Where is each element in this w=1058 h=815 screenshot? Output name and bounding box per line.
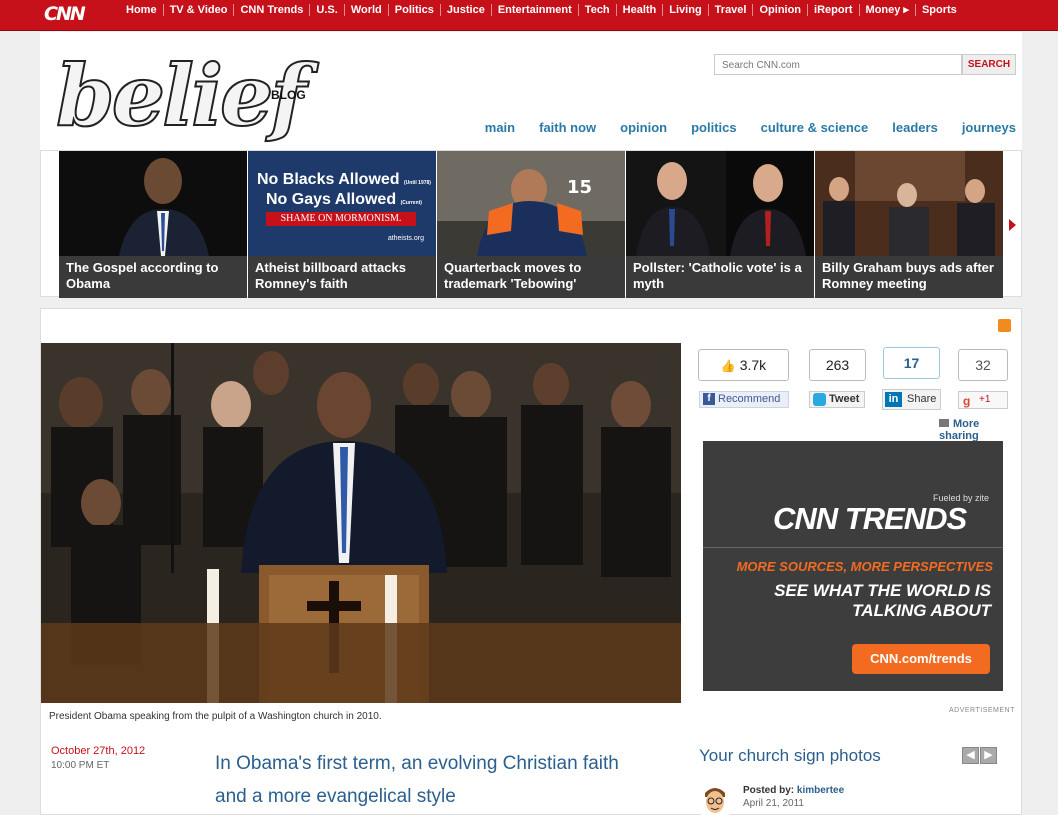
obama-praying-image <box>59 151 247 256</box>
next-arrow-icon[interactable]: ▶ <box>980 747 997 764</box>
search-input[interactable]: Search CNN.com <box>714 54 962 75</box>
biden-ryan-debate-image <box>626 151 814 256</box>
nav-living[interactable]: Living <box>662 4 707 16</box>
post-date: October 27th, 2012 <box>51 745 146 757</box>
top-nav-links: Home TV & Video CNN Trends U.S. World Po… <box>126 4 963 16</box>
ad-tagline-white: SEE WHAT THE WORLD IS TALKING ABOUT <box>774 581 991 620</box>
nav-health[interactable]: Health <box>615 4 663 16</box>
billboard-line2: No Gays Allowed (Current) <box>266 191 422 208</box>
facebook-count: 👍 3.7k <box>698 349 789 381</box>
blog-nav-journeys[interactable]: journeys <box>962 120 1016 135</box>
nav-justice[interactable]: Justice <box>439 4 491 16</box>
photo-credit: GETTY IMAGES <box>669 345 675 391</box>
blog-header: belief BLOG Search CNN.com SEARCH main f… <box>40 32 1022 150</box>
carousel-tile[interactable]: 15 Quarterback moves to trademark 'Tebow… <box>437 151 625 298</box>
cnn-top-nav: CNN Home TV & Video CNN Trends U.S. Worl… <box>0 0 1058 31</box>
blog-nav-opinion[interactable]: opinion <box>620 120 667 135</box>
carousel-tile[interactable]: No Blacks Allowed (Until 1978) No Gays A… <box>248 151 436 298</box>
post-title[interactable]: In Obama's first term, an evolving Chris… <box>215 747 655 813</box>
main-panel: GETTY IMAGES President Obama speaking fr… <box>40 308 1022 815</box>
gplus-count: 32 <box>958 349 1008 381</box>
nav-world[interactable]: World <box>343 4 388 16</box>
belief-blog-logo[interactable]: belief BLOG <box>46 45 356 150</box>
nav-us[interactable]: U.S. <box>309 4 343 16</box>
ad-tagline-orange: MORE SOURCES, MORE PERSPECTIVES <box>736 559 993 574</box>
atheist-billboard-image: No Blacks Allowed (Until 1978) No Gays A… <box>248 151 436 256</box>
nav-cnn-trends[interactable]: CNN Trends <box>233 4 309 16</box>
google-plus-button[interactable]: g +1 <box>958 391 1008 409</box>
carousel-caption: The Gospel according to Obama <box>59 256 247 298</box>
billboard-line3: SHAME ON MORMONISM. <box>266 212 416 226</box>
story-carousel: The Gospel according to Obama No Blacks … <box>40 150 1022 298</box>
posted-by-user[interactable]: kimbertee <box>797 785 844 796</box>
google-g-icon: g <box>963 394 971 408</box>
cnn-trends-ad[interactable]: Fueled by zite CNN TRENDS MORE SOURCES, … <box>703 441 1003 691</box>
more-sharing-link[interactable]: More sharing <box>939 418 1021 442</box>
carousel-caption: Billy Graham buys ads after Romney meeti… <box>815 256 1003 298</box>
blog-nav-leaders[interactable]: leaders <box>892 120 938 135</box>
hero-caption: President Obama speaking from the pulpit… <box>49 711 382 722</box>
nav-tech[interactable]: Tech <box>577 4 616 16</box>
logo-text: belief <box>55 45 308 146</box>
nav-travel[interactable]: Travel <box>707 4 753 16</box>
rss-icon[interactable] <box>998 319 1011 332</box>
linkedin-count: 17 <box>883 347 940 379</box>
posted-date: April 21, 2011 <box>743 798 804 809</box>
svg-text:15: 15 <box>567 177 592 198</box>
carousel-caption: Atheist billboard attacks Romney's faith <box>248 256 436 298</box>
carousel-tile[interactable]: Billy Graham buys ads after Romney meeti… <box>815 151 1003 298</box>
ad-divider <box>703 547 1003 548</box>
billboard-line4: atheists.org <box>387 235 424 242</box>
user-avatar[interactable] <box>701 783 729 815</box>
share-icon <box>939 419 949 427</box>
nav-ireport[interactable]: iReport <box>807 4 859 16</box>
linkedin-share-button[interactable]: Share <box>882 389 941 410</box>
obama-pulpit-hero-image[interactable] <box>41 343 681 703</box>
carousel-caption: Quarterback moves to trademark 'Tebowing… <box>437 256 625 298</box>
church-sign-title[interactable]: Your church sign photos <box>699 746 881 766</box>
search-button[interactable]: SEARCH <box>962 54 1016 75</box>
prev-arrow-icon[interactable]: ◀ <box>962 747 979 764</box>
cnn-logo[interactable]: CNN <box>44 3 86 25</box>
carousel-caption: Pollster: 'Catholic vote' is a myth <box>626 256 814 298</box>
nav-entertainment[interactable]: Entertainment <box>490 4 578 16</box>
logo-blog-label: BLOG <box>271 88 306 102</box>
facebook-recommend-button[interactable]: Recommend <box>699 391 789 408</box>
ad-cta-button[interactable]: CNN.com/trends <box>852 644 990 674</box>
tweet-button[interactable]: Tweet <box>809 391 865 408</box>
blog-nav: main faith now opinion politics culture … <box>461 120 1016 135</box>
blog-nav-politics[interactable]: politics <box>691 120 737 135</box>
blog-nav-main[interactable]: main <box>485 120 515 135</box>
blog-nav-culture-science[interactable]: culture & science <box>761 120 869 135</box>
nav-home[interactable]: Home <box>126 4 163 16</box>
nav-money[interactable]: Money ▸ <box>858 4 915 16</box>
ad-label: ADVERTISEMENT <box>949 707 1015 714</box>
posted-by: Posted by: kimbertee <box>743 785 845 796</box>
billy-graham-romney-image <box>815 151 1003 256</box>
nav-sports[interactable]: Sports <box>914 4 963 16</box>
nav-opinion[interactable]: Opinion <box>752 4 807 16</box>
ad-logo: CNN TRENDS <box>773 501 967 536</box>
carousel-next-arrow-icon[interactable] <box>1009 219 1016 231</box>
twitter-count: 263 <box>809 349 866 381</box>
blog-nav-faith-now[interactable]: faith now <box>539 120 596 135</box>
tebowing-image: 15 <box>437 151 625 256</box>
post-time: 10:00 PM ET <box>51 760 110 771</box>
carousel-tile[interactable]: Pollster: 'Catholic vote' is a myth <box>626 151 814 298</box>
thumbs-up-icon: 👍 <box>720 359 736 373</box>
twitter-bird-icon <box>813 393 826 406</box>
nav-politics[interactable]: Politics <box>387 4 440 16</box>
nav-tv-video[interactable]: TV & Video <box>162 4 234 16</box>
billboard-line1: No Blacks Allowed (Until 1978) <box>257 171 431 188</box>
carousel-tile[interactable]: The Gospel according to Obama <box>59 151 247 298</box>
